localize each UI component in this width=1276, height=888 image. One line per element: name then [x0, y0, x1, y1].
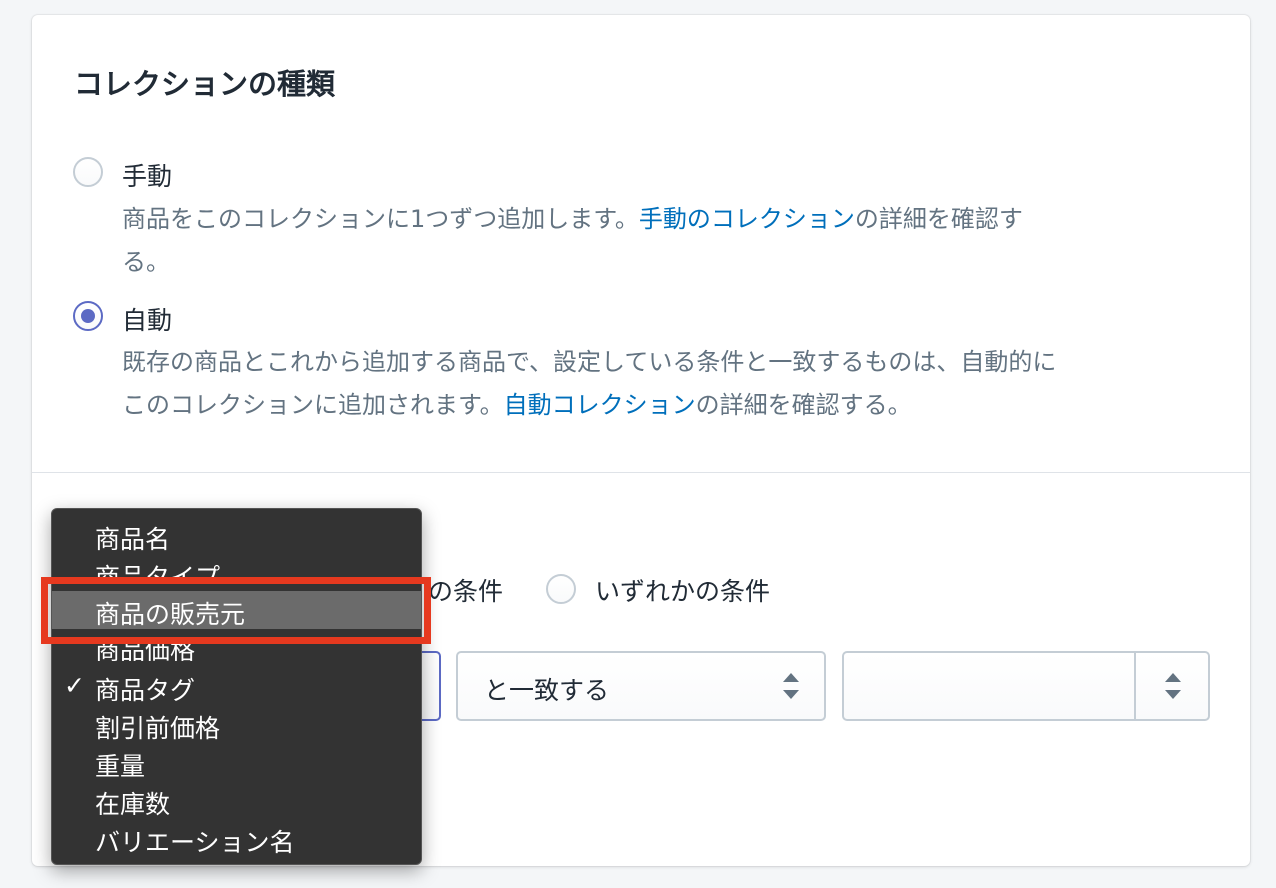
checkmark-icon: ✓ [64, 671, 85, 700]
dropdown-item-product-tag[interactable]: ✓ 商品タグ [52, 667, 421, 705]
manual-collection-link[interactable]: 手動のコレクション [639, 205, 855, 233]
any-conditions-label[interactable]: いずれかの条件 [595, 572, 770, 608]
automatic-collection-link[interactable]: 自動コレクション [504, 391, 696, 419]
annotation-highlight-box [41, 577, 431, 644]
section-divider [32, 472, 1250, 473]
automatic-radio[interactable] [73, 301, 103, 331]
automatic-label[interactable]: 自動 [122, 301, 172, 337]
dropdown-item-product-title[interactable]: 商品名 [52, 516, 421, 554]
dropdown-item-inventory-stock[interactable]: 在庫数 [52, 781, 421, 819]
collection-type-section: コレクションの種類 手動 商品をこのコレクションに1つずつ追加します。手動のコレ… [32, 15, 1250, 472]
manual-label[interactable]: 手動 [122, 157, 172, 193]
manual-help-text: 商品をこのコレクションに1つずつ追加します。手動のコレクションの詳細を確認す る。 [122, 205, 1023, 276]
automatic-help-text: 既存の商品とこれから追加する商品で、設定している条件と一致するものは、自動的にこ… [122, 348, 1057, 419]
manual-radio[interactable] [73, 157, 103, 187]
card-title: コレクションの種類 [74, 67, 336, 101]
all-conditions-label[interactable]: の条件 [428, 572, 503, 608]
field-dropdown-menu: 商品名 商品タイプ 商品の販売元 商品価格 ✓ 商品タグ 割引前価格 重量 在庫… [51, 508, 422, 865]
condition-value-input[interactable] [842, 651, 1210, 721]
any-conditions-radio[interactable] [546, 574, 576, 604]
dropdown-item-weight[interactable]: 重量 [52, 743, 421, 781]
dropdown-item-compare-at-price[interactable]: 割引前価格 [52, 705, 421, 743]
updown-arrows-icon[interactable] [1165, 673, 1181, 699]
relation-select-value: と一致する [484, 676, 610, 705]
dropdown-item-variant-title[interactable]: バリエーション名 [52, 819, 421, 857]
relation-select[interactable]: と一致する [456, 651, 826, 721]
input-separator [1134, 653, 1136, 719]
updown-arrows-icon [783, 673, 799, 699]
